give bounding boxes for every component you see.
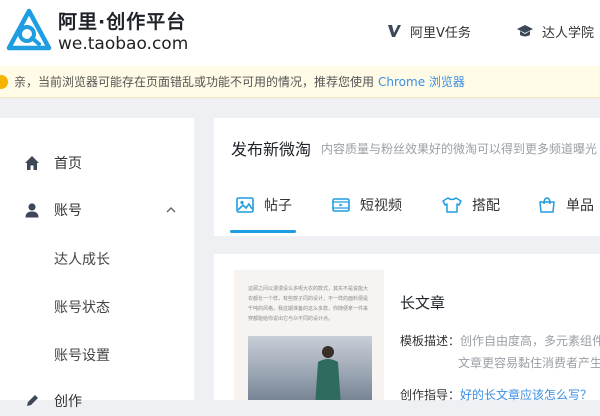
shopping-bag-icon — [539, 197, 555, 213]
home-icon — [25, 156, 39, 170]
sidebar-item-account-label: 账号 — [54, 203, 82, 219]
tab-post[interactable]: 帖子 — [236, 193, 292, 217]
template-thumbnail[interactable]: 这顾之间以漫漫设么多呢大衣的款式，其实不是说能大衣都长一个样，有些款子同的设计，… — [234, 270, 384, 400]
video-icon — [332, 198, 350, 212]
tab-post-label: 帖子 — [264, 198, 292, 214]
page-description: 内容质量与粉丝效果好的微淘可以得到更多频道曝光 — [321, 142, 598, 156]
sidebar-item-create-label: 创作 — [54, 394, 82, 410]
sidebar-item-home-label: 首页 — [54, 156, 82, 172]
sidebar-item-create[interactable]: 创作 — [0, 386, 194, 416]
logo-url: we.taobao.com — [58, 34, 189, 54]
tab-single-item-label: 单品 — [566, 198, 594, 214]
top-header: 阿里·创作平台 we.taobao.com 阿里V任务 达人学院 — [0, 0, 600, 66]
thumbnail-photo — [248, 336, 372, 400]
user-icon — [25, 203, 39, 218]
template-desc-value-1: 创作自由度高，多元素组件 — [460, 334, 600, 348]
tab-short-video-label: 短视频 — [360, 198, 402, 214]
sidebar: 首页 账号 达人成长 账号状态 账号设置 创作 — [0, 118, 194, 410]
person-illustration — [315, 346, 341, 400]
browser-notice: 亲，当前浏览器可能存在页面错乱或功能不可用的情况，推荐您使用 Chrome 浏览… — [0, 66, 600, 98]
tshirt-icon — [442, 197, 462, 213]
sidebar-subitem-status[interactable]: 账号状态 — [54, 297, 110, 317]
sidebar-subitem-settings[interactable]: 账号设置 — [54, 345, 110, 365]
page-title: 发布新微淘 — [231, 140, 312, 159]
chevron-up-icon[interactable] — [166, 206, 176, 214]
tab-short-video[interactable]: 短视频 — [332, 193, 402, 217]
nav-academy[interactable]: 达人学院 — [516, 20, 594, 42]
sidebar-subitem-growth[interactable]: 达人成长 — [54, 249, 110, 269]
graduation-cap-icon — [517, 25, 533, 37]
create-icon — [27, 395, 38, 406]
publish-card: 发布新微淘 内容质量与粉丝效果好的微淘可以得到更多频道曝光 帖子 短视频 搭配 — [214, 118, 600, 236]
tab-single-item[interactable]: 单品 — [538, 193, 594, 217]
nav-v-task[interactable]: 阿里V任务 — [386, 20, 471, 42]
tab-outfit[interactable]: 搭配 — [442, 193, 500, 217]
thumbnail-text: 这顾之间以漫漫设么多呢大衣的款式，其实不是说能大衣都长一个样，有些款子同的设计，… — [248, 286, 369, 322]
sidebar-item-account[interactable]: 账号 — [0, 195, 194, 225]
template-card: 这顾之间以漫漫设么多呢大衣的款式，其实不是说能大衣都长一个样，有些款子同的设计，… — [214, 254, 600, 403]
tab-outfit-label: 搭配 — [472, 198, 500, 214]
active-tab-indicator — [230, 230, 296, 233]
nav-academy-label: 达人学院 — [542, 25, 595, 41]
chrome-link[interactable]: Chrome 浏览器 — [378, 73, 465, 90]
sidebar-item-home[interactable]: 首页 — [0, 148, 194, 178]
logo-icon[interactable] — [6, 8, 52, 52]
v-icon — [388, 25, 401, 37]
logo-title: 阿里·创作平台 — [58, 11, 187, 33]
main-content: 发布新微淘 内容质量与粉丝效果好的微淘可以得到更多频道曝光 帖子 短视频 搭配 — [214, 118, 600, 403]
image-icon — [236, 197, 254, 213]
template-desc-row: 模板描述：创作自由度高，多元素组件 — [400, 332, 600, 349]
template-guide-row: 创作指导：好的长文章应该怎么写？ — [400, 386, 592, 403]
notice-text: 亲，当前浏览器可能存在页面错乱或功能不可用的情况，推荐您使用 — [14, 75, 375, 89]
template-title: 长文章 — [400, 294, 446, 312]
template-desc-key: 模板描述： — [400, 334, 461, 348]
warning-icon — [0, 74, 8, 89]
template-desc-value-2: 文章更容易黏住消费者产生 — [458, 356, 600, 370]
template-desc-row-2: 文章更容易黏住消费者产生 — [458, 354, 600, 371]
nav-v-task-label: 阿里V任务 — [410, 25, 471, 41]
